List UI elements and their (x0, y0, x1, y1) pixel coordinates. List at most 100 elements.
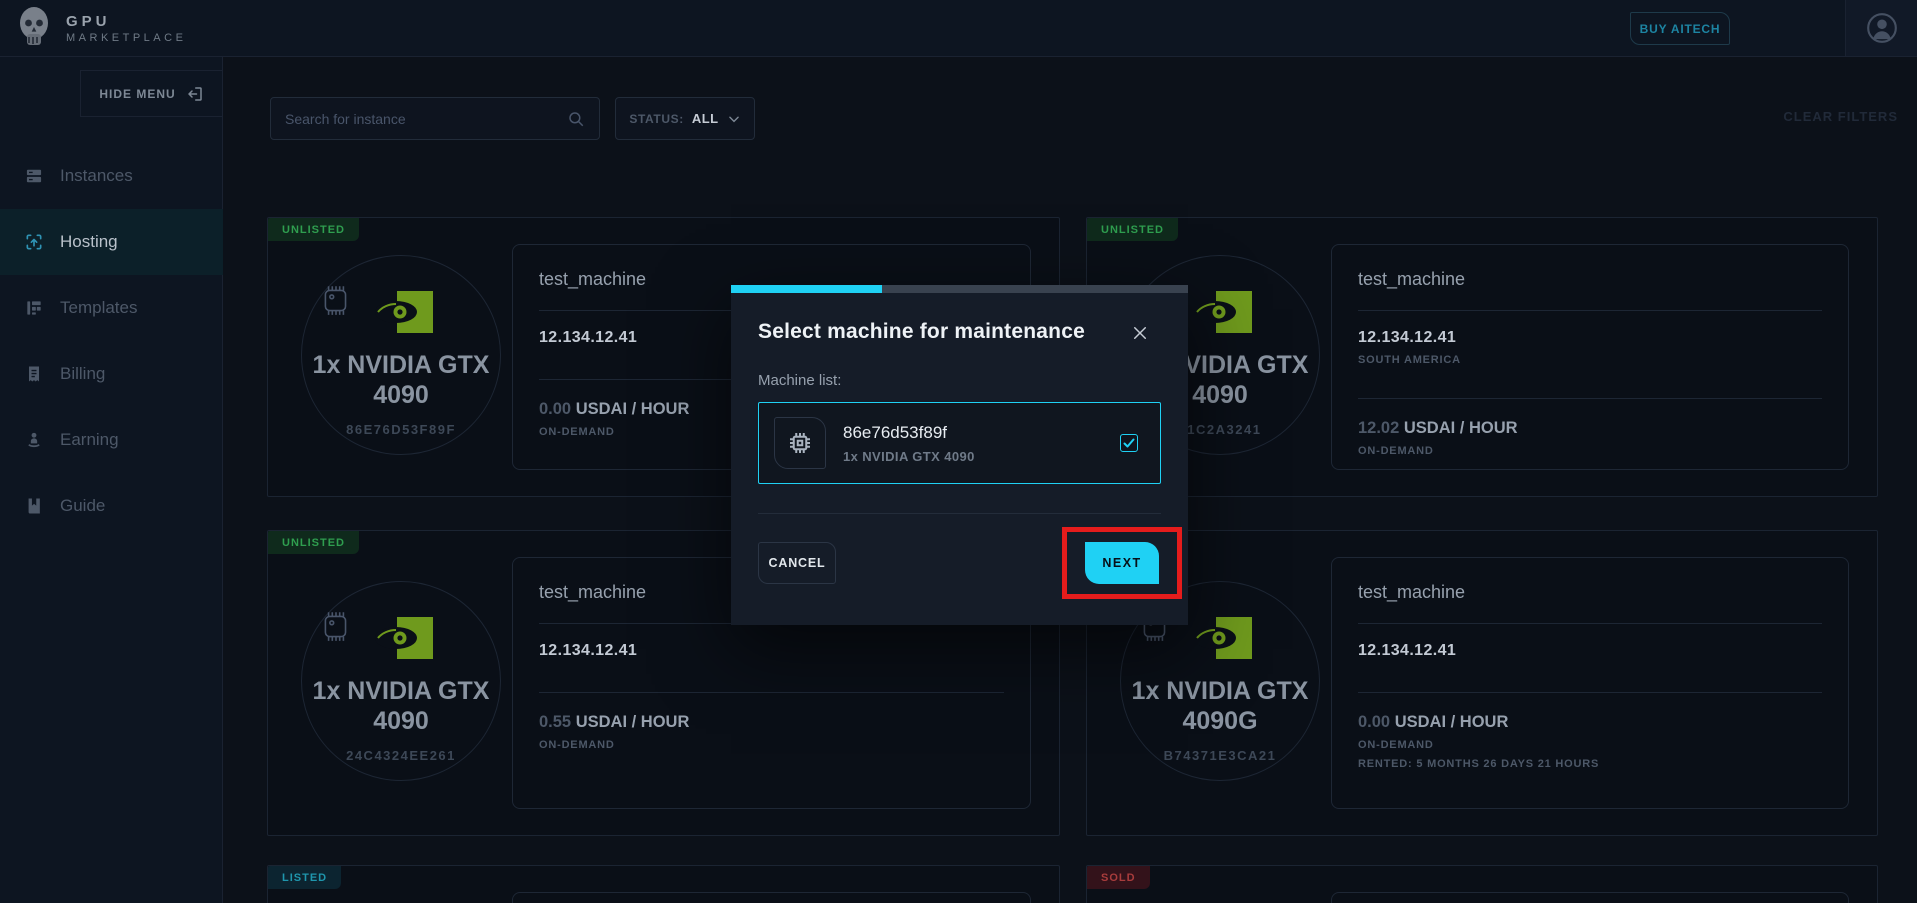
sidebar-item-hosting[interactable]: Hosting (0, 209, 223, 275)
brand-line1: GPU (66, 13, 186, 30)
machine-info-panel: test_machine12.134.12.41SOUTH AMERICA12.… (1331, 244, 1849, 470)
checkmark-icon (1123, 437, 1135, 449)
machine-card[interactable]: UNLISTED1x NVIDIA GTX 409001C2A3241test_… (1086, 217, 1878, 497)
nvidia-logo-icon (372, 614, 436, 662)
gpu-machine-id: B74371E3CA21 (1121, 748, 1319, 763)
machine-ip: 12.134.12.41 (1358, 329, 1822, 347)
status-filter-value: ALL (692, 111, 719, 126)
machine-item-gpu: 1x NVIDIA GTX 4090 (843, 449, 1103, 464)
modal-progress-track (731, 285, 1188, 293)
search-icon (567, 110, 585, 128)
price-amount: 0.55 (539, 713, 571, 731)
machine-price: 12.02 USDAI / HOUR (1358, 419, 1822, 438)
price-amount: 12.02 (1358, 419, 1399, 437)
status-badge: UNLISTED (1087, 218, 1178, 241)
account-area[interactable] (1845, 0, 1917, 56)
machine-info-panel (1331, 892, 1849, 903)
machine-name: test_machine (1358, 582, 1822, 603)
panel-divider (1358, 692, 1822, 693)
machine-item-id: 86e76d53f89f (843, 423, 1103, 443)
modal-body: Select machine for maintenance Machine l… (758, 293, 1161, 600)
machine-card[interactable]: UNLISTED1x NVIDIA GTX 4090GB74371E3CA21t… (1086, 530, 1878, 836)
status-badge: UNLISTED (268, 531, 359, 554)
sidebar-item-earning[interactable]: Earning (0, 407, 223, 473)
status-filter-dropdown[interactable]: STATUS: ALL (615, 97, 755, 140)
machine-item-text: 86e76d53f89f 1x NVIDIA GTX 4090 (843, 423, 1103, 464)
gpu-circle: 1x NVIDIA GTX 4090 86E76D53F89F (301, 255, 501, 455)
clear-filters-button[interactable]: CLEAR FILTERS (1783, 109, 1898, 124)
demand-type: ON-DEMAND (1358, 445, 1822, 457)
sidebar-item-billing[interactable]: Billing (0, 341, 223, 407)
panel-divider (1358, 623, 1822, 624)
panel-divider (1358, 310, 1822, 311)
sidebar-item-label: Hosting (60, 232, 118, 252)
sidebar-item-label: Instances (60, 166, 133, 186)
collapse-menu-icon (186, 85, 204, 103)
sidebar: HIDE MENU Instances Hosting Templates Billi… (0, 57, 223, 903)
hide-menu-label: HIDE MENU (99, 87, 175, 101)
templates-icon (24, 298, 44, 318)
machine-card[interactable]: LISTED (267, 865, 1060, 903)
modal-divider (758, 513, 1161, 514)
machine-list-item[interactable]: 86e76d53f89f 1x NVIDIA GTX 4090 (758, 402, 1161, 484)
price-unit: USDAI / HOUR (576, 400, 690, 418)
price-unit: USDAI / HOUR (576, 713, 690, 731)
guide-book-icon (24, 496, 44, 516)
modal-progress-fill (731, 285, 882, 293)
sidebar-item-guide[interactable]: Guide (0, 473, 223, 539)
gpu-machine-id: 24C4324EE261 (302, 748, 500, 763)
demand-type: ON-DEMAND (539, 739, 1004, 751)
cancel-button[interactable]: CANCEL (758, 542, 836, 584)
sidebar-item-label: Guide (60, 496, 105, 516)
billing-receipt-icon (24, 364, 44, 384)
nvidia-logo-icon (1191, 614, 1255, 662)
brand-text: GPU MARKETPLACE (66, 13, 186, 44)
machine-ip: 12.134.12.41 (539, 642, 1004, 660)
nvidia-logo-icon (372, 288, 436, 336)
panel-divider (539, 692, 1004, 693)
user-avatar-icon[interactable] (1865, 11, 1899, 45)
search-input[interactable] (285, 111, 567, 127)
sidebar-item-templates[interactable]: Templates (0, 275, 223, 341)
annotation-highlight-box: NEXT (1062, 527, 1182, 599)
price-amount: 0.00 (1358, 713, 1390, 731)
panel-divider (1358, 398, 1822, 399)
status-filter-label: STATUS: (629, 112, 683, 126)
brand-line2: MARKETPLACE (66, 32, 186, 44)
app-root: GPU MARKETPLACE BUY AITECH HIDE MENU Ins… (0, 0, 1917, 903)
price-unit: USDAI / HOUR (1395, 713, 1509, 731)
hide-menu-button[interactable]: HIDE MENU (80, 70, 223, 117)
machine-info-panel (512, 892, 1031, 903)
brand-logo[interactable]: GPU MARKETPLACE (12, 4, 186, 52)
gpu-name: 1x NVIDIA GTX 4090 (312, 350, 490, 410)
price-unit: USDAI / HOUR (1404, 419, 1518, 437)
close-icon[interactable] (1131, 324, 1149, 342)
maintenance-modal: Select machine for maintenance Machine l… (731, 285, 1188, 625)
gpu-circle: 1x NVIDIA GTX 4090 24C4324EE261 (301, 581, 501, 781)
chip-outline-icon (318, 608, 354, 644)
sidebar-item-label: Billing (60, 364, 105, 384)
sidebar-item-instances[interactable]: Instances (0, 143, 223, 209)
search-box[interactable] (270, 97, 600, 140)
status-badge: SOLD (1087, 866, 1150, 889)
machine-checkbox[interactable] (1120, 434, 1138, 452)
gpu-machine-id: 86E76D53F89F (302, 422, 500, 437)
chip-outline-icon (318, 282, 354, 318)
modal-title: Select machine for maintenance (758, 320, 1085, 344)
machine-region: SOUTH AMERICA (1358, 354, 1822, 366)
sidebar-item-label: Templates (60, 298, 137, 318)
gpu-name: 1x NVIDIA GTX 4090 (312, 676, 490, 736)
buy-aitech-button[interactable]: BUY AITECH (1630, 12, 1730, 45)
machine-card[interactable]: SOLD (1086, 865, 1878, 903)
earning-person-icon (24, 430, 44, 450)
machine-list-label: Machine list: (758, 372, 1161, 389)
chevron-down-icon (727, 112, 741, 126)
status-badge: LISTED (268, 866, 341, 889)
machine-info-panel: test_machine 12.134.12.41 0.00 USDAI / HOU… (1331, 557, 1849, 809)
top-header: GPU MARKETPLACE BUY AITECH (0, 0, 1917, 57)
next-button[interactable]: NEXT (1085, 542, 1159, 584)
machine-price: 0.00 USDAI / HOUR (1358, 713, 1822, 732)
sidebar-item-label: Earning (60, 430, 119, 450)
demand-type: ON-DEMAND (1358, 739, 1822, 751)
machine-ip: 12.134.12.41 (1358, 642, 1822, 660)
